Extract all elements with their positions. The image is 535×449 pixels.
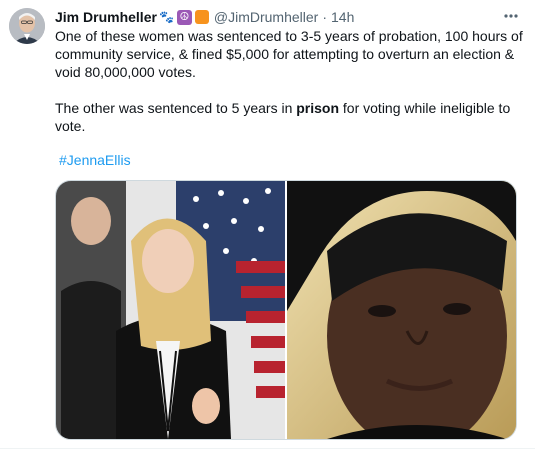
author-name[interactable]: Jim Drumheller (55, 9, 157, 25)
tweet[interactable]: Jim Drumheller 🐾 ☮ @JimDrumheller · 14h … (0, 0, 535, 449)
paragraph-2-text-before: The other was sentenced to 5 years in (55, 100, 297, 116)
author-handle[interactable]: @JimDrumheller (214, 9, 318, 25)
orange-square-icon (194, 10, 209, 24)
photo-right[interactable] (287, 181, 516, 439)
woman-portrait-photo-icon (287, 181, 516, 439)
woman-blonde-photo-icon (56, 181, 285, 439)
timestamp[interactable]: 14h (331, 9, 354, 25)
paw-prints-icon: 🐾 (158, 10, 174, 24)
photo-left[interactable] (56, 181, 285, 439)
tweet-paragraph-1: One of these women was sentenced to 3-5 … (55, 28, 523, 80)
more-options-icon[interactable] (501, 6, 521, 26)
avatar[interactable] (9, 8, 45, 44)
paragraph-2-bold-text: prison (296, 100, 340, 116)
tweet-paragraph-2: The other was sentenced to 5 years in pr… (55, 99, 525, 135)
tweet-text: One of these women was sentenced to 3-5 … (55, 27, 525, 135)
tweet-header: Jim Drumheller 🐾 ☮ @JimDrumheller · 14h (55, 8, 354, 26)
media-grid (55, 180, 517, 440)
avatar-photo-icon (9, 8, 45, 44)
hashtag-link[interactable]: #JennaEllis (59, 152, 131, 168)
peace-icon: ☮ (176, 9, 192, 25)
separator-dot: · (322, 9, 328, 25)
